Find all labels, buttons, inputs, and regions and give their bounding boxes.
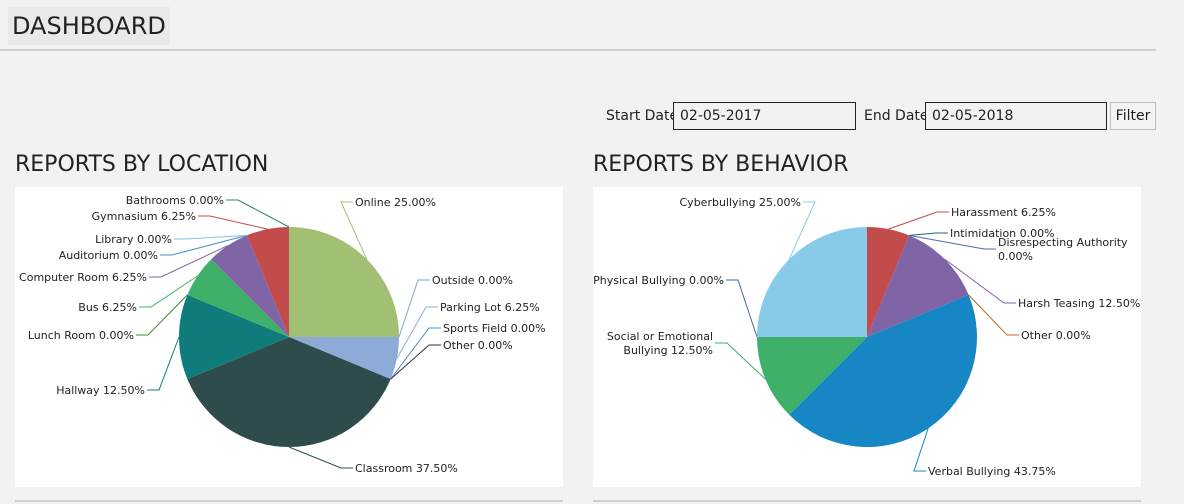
end-date-input[interactable]: [925, 102, 1107, 130]
behavior-chart-panel: Harassment 6.25% Intimidation 0.00% Disres…: [593, 187, 1141, 487]
location-chart-title: REPORTS BY LOCATION: [15, 152, 269, 177]
pie-label-leader: [888, 211, 949, 230]
pie-label-leader: [396, 306, 438, 359]
pie-slice-label: Gymnasium 6.25%: [92, 210, 196, 223]
pie-slice[interactable]: [289, 227, 399, 337]
pie-label-leader: [198, 215, 268, 230]
behavior-chart-title: REPORTS BY BEHAVIOR: [593, 152, 849, 177]
filter-button[interactable]: Filter: [1110, 102, 1156, 130]
behavior-panel-divider: [593, 500, 1141, 502]
pie-label-leader: [726, 279, 758, 338]
pie-slice-label: Bus 6.25%: [78, 301, 137, 314]
pie-slice-label: Online 25.00%: [355, 196, 436, 209]
pie-label-leader: [147, 336, 180, 391]
pie-slice-label: Other 0.00%: [1021, 329, 1091, 342]
location-panel-divider: [15, 500, 563, 502]
start-date-label: Start Date: [606, 108, 679, 124]
pie-slice-label: Other 0.00%: [443, 339, 513, 352]
pie-slice-label: Parking Lot 6.25%: [440, 301, 540, 314]
pie-slice-label: Lunch Room 0.00%: [28, 329, 134, 342]
pie-slice-label: Computer Room 6.25%: [19, 271, 147, 284]
pie-slice-label: Bathrooms 0.00%: [126, 194, 224, 207]
pie-slice-label: Classroom 37.50%: [355, 462, 458, 475]
pie-slice-label: Sports Field 0.00%: [443, 322, 546, 335]
location-chart-panel: Online 25.00% Outside 0.00% Parking Lot 6.…: [15, 187, 563, 487]
pie-slice-label: Hallway 12.50%: [56, 384, 145, 397]
pie-slice[interactable]: [757, 227, 867, 337]
pie-slice-label: Verbal Bullying 43.75%: [928, 465, 1056, 478]
start-date-input[interactable]: [673, 102, 856, 130]
end-date-label: End Date: [864, 108, 929, 124]
pie-slice-label: Library 0.00%: [95, 233, 172, 246]
location-pie-chart: Online 25.00% Outside 0.00% Parking Lot 6.…: [19, 194, 546, 475]
pie-slice-label: Disrespecting Authority 0.00%: [998, 236, 1128, 263]
pie-slice-label: Auditorium 0.00%: [59, 249, 158, 262]
pie-slice-label: Harsh Teasing 12.50%: [1018, 297, 1140, 310]
pie-label-leader: [226, 199, 290, 228]
pie-slice-label: Physical Bullying 0.00%: [593, 274, 724, 287]
pie-slice-label: Social or Emotional Bullying 12.50%: [607, 330, 713, 357]
header-divider: [0, 49, 1156, 51]
pie-label-leader: [909, 232, 948, 236]
pie-slice-label: Outside 0.00%: [432, 274, 513, 287]
pie-label-leader: [288, 446, 353, 469]
pie-slice-label: Cyberbullying 25.00%: [680, 196, 802, 209]
pie-slice-label: Harassment 6.25%: [951, 206, 1056, 219]
behavior-pie-chart: Harassment 6.25%Intimidation 0.00%Disres…: [593, 196, 1140, 478]
page-title: DASHBOARD: [8, 7, 170, 45]
